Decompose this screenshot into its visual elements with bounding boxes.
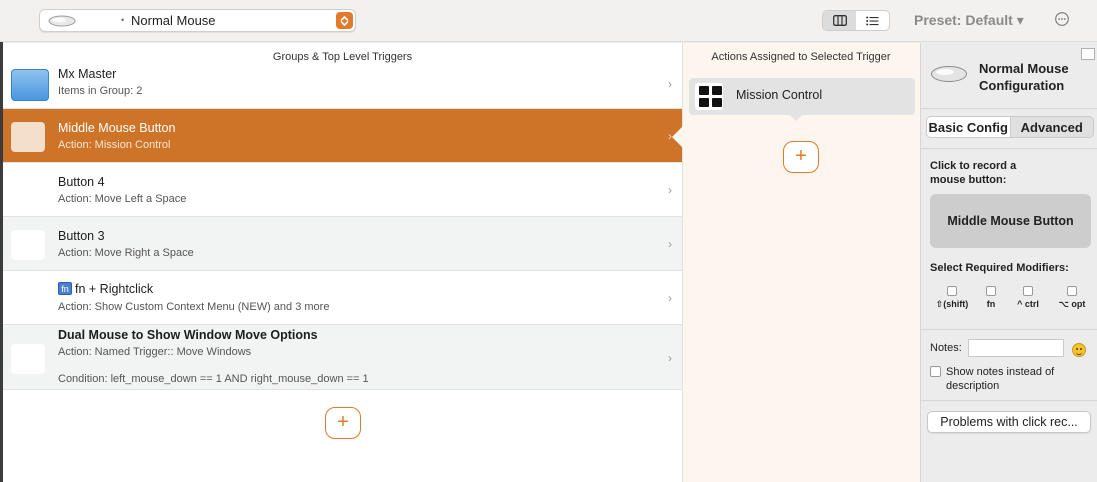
mouse-icon [931,66,967,82]
toolbar: • Normal Mouse Preset: Default ▾ [0,0,1097,42]
mission-control-icon [695,83,723,110]
checkbox[interactable] [1067,286,1077,296]
show-notes-label: Show notes instead of description [946,366,1055,392]
list-view-button[interactable] [856,11,889,30]
device-select[interactable]: • Normal Mouse [39,9,356,32]
trigger-subtitle: Action: Show Custom Context Menu (NEW) a… [58,301,330,313]
trigger-row-dual-mouse[interactable]: Dual Mouse to Show Window Move Options A… [3,325,682,390]
close-panel-button[interactable] [1081,48,1095,60]
trigger-title: fn fn + Rightclick [58,282,153,296]
checkbox[interactable] [947,286,957,296]
chevron-right-icon: › [668,77,672,91]
trigger-row-middle-mouse-button[interactable]: Middle Mouse Button Action: Mission Cont… [3,109,682,163]
chevron-right-icon: › [668,183,672,197]
trigger-title: Middle Mouse Button [58,121,176,135]
trigger-condition: Condition: left_mouse_down == 1 AND righ… [58,373,369,385]
divider [921,148,1097,149]
trigger-row-fn-rightclick[interactable]: fn fn + Rightclick Action: Show Custom Co… [3,271,682,325]
trigger-row-mx-master[interactable]: Mx Master Items in Group: 2 › [3,63,682,109]
checkbox[interactable] [986,286,996,296]
more-options-icon[interactable] [1054,11,1070,30]
config-header: Normal Mouse Configuration [920,43,1097,109]
trigger-icon [11,344,45,374]
chevron-right-icon: › [668,237,672,251]
modifier-label: ⇧(shift) [935,299,969,309]
config-title: Normal Mouse Configuration [979,61,1069,93]
add-trigger-button[interactable]: + [325,407,361,439]
problems-button[interactable]: Problems with click rec... [927,411,1091,433]
chevron-up-down-icon[interactable] [336,12,353,29]
view-toggle [822,10,890,31]
trigger-title: Button 4 [58,175,105,189]
tab-advanced[interactable]: Advanced [1011,117,1094,137]
trigger-subtitle: Action: Move Right a Space [58,247,194,259]
notes-label: Notes: [930,342,962,354]
modifier-shift[interactable]: ⇧(shift) [932,286,972,310]
action-pointer [788,113,804,121]
record-label: Click to record a mouse button: [930,160,1017,186]
modifier-fn[interactable]: fn [971,286,1011,309]
selection-pointer [672,126,683,148]
modifier-opt[interactable]: ⌥ opt [1052,286,1092,310]
trigger-title: Mx Master [58,67,117,81]
trigger-subtitle: Items in Group: 2 [58,85,143,97]
device-name: Normal Mouse [131,13,216,28]
trigger-title: Dual Mouse to Show Window Move Options [58,328,318,342]
action-item-mission-control[interactable]: Mission Control [689,78,915,115]
device-dot: • [121,15,125,25]
trigger-subtitle: Action: Mission Control [58,139,171,151]
divider [921,329,1097,330]
divider [921,400,1097,401]
chevron-right-icon: › [668,351,672,365]
trigger-subtitle: Action: Move Left a Space [58,193,187,205]
mouse-icon [48,15,76,27]
config-tabs: Basic Config Advanced [926,116,1094,138]
modifier-ctrl[interactable]: ^ ctrl [1008,286,1048,309]
trigger-row-button-4[interactable]: Button 4 Action: Move Left a Space › [3,163,682,217]
actions-header: Actions Assigned to Selected Trigger [711,51,891,63]
columns-icon [832,15,847,26]
modifiers-label: Select Required Modifiers: [930,262,1069,274]
trigger-icon [11,230,45,260]
preset-selector[interactable]: Preset: Default ▾ [914,12,1024,29]
trigger-subtitle: Action: Named Trigger:: Move Windows [58,346,252,358]
emoji-icon[interactable] [1072,343,1086,357]
trigger-icon [11,176,45,206]
trigger-title-text: fn + Rightclick [75,282,154,296]
modifier-label: ⌥ opt [1058,299,1086,309]
fn-key-icon: fn [58,282,72,295]
list-icon [866,16,879,25]
chevron-right-icon: › [668,291,672,305]
checkbox[interactable] [1023,286,1033,296]
trigger-icon [11,122,45,152]
columns-view-button[interactable] [823,11,856,30]
folder-icon [11,69,49,101]
tab-basic-config[interactable]: Basic Config [927,117,1011,137]
modifier-label: ^ ctrl [1017,299,1039,309]
trigger-title: Button 3 [58,229,105,243]
action-label: Mission Control [736,88,823,102]
modifier-label: fn [986,299,996,309]
add-action-button[interactable]: + [783,141,819,173]
notes-input[interactable] [968,339,1064,357]
trigger-row-button-3[interactable]: Button 3 Action: Move Right a Space › [3,217,682,271]
record-mouse-button[interactable]: Middle Mouse Button [930,194,1091,248]
checkbox[interactable] [930,366,941,377]
